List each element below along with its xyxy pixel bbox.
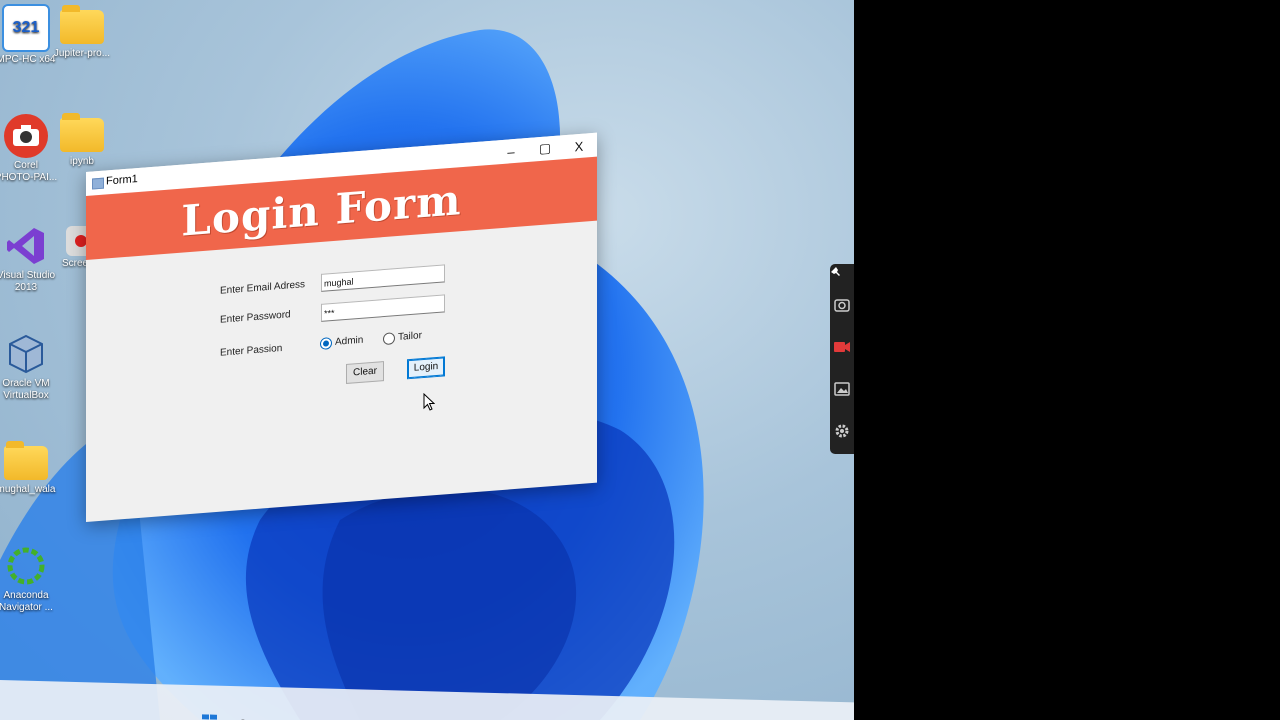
login-button[interactable]: Login [407,356,445,380]
anaconda-icon [4,544,48,588]
desktop-icon-jupiter[interactable]: Jupiter-pro... [50,4,114,60]
desktop-icon-anaconda[interactable]: Anaconda Navigator ... [0,544,58,614]
admin-radio-label[interactable]: Admin [335,335,363,348]
camera-icon[interactable] [833,296,851,314]
mouse-cursor-icon [423,393,435,411]
capture-tool-panel [830,264,854,454]
record-video-icon[interactable] [833,338,851,356]
window-title: Form1 [106,173,138,188]
admin-radio[interactable] [320,337,332,350]
desktop-icon-label: mughal_wala [0,484,56,495]
gear-icon[interactable] [833,422,851,440]
email-label: Enter Email Adress [220,279,306,297]
desktop: 321 MPC-HC x64 Jupiter-pro... Corel PHOT… [0,0,854,720]
virtualbox-icon [4,332,48,376]
pin-icon[interactable] [830,266,842,278]
desktop-icon-ipynb[interactable]: ipynb [50,112,114,168]
folder-icon [4,441,48,480]
windows-start-icon[interactable] [202,713,218,720]
maximize-button[interactable]: ▢ [530,138,560,160]
camera-icon [4,114,48,158]
desktop-icon-label: Visual Studio 2013 [0,270,56,293]
desktop-icon-label: Jupiter-pro... [53,48,111,59]
folder-icon [60,5,104,44]
email-field[interactable]: mughal [321,264,445,292]
close-button[interactable]: X [564,135,594,157]
folder-icon [60,113,104,152]
login-form-window: Form1 – ▢ X Login Form Enter Email Adres… [86,132,597,522]
visual-studio-icon [4,224,48,268]
clear-button[interactable]: Clear [346,361,384,384]
gallery-icon[interactable] [833,380,851,398]
minimize-button[interactable]: – [496,140,526,162]
desktop-icon-label: Oracle VM VirtualBox [2,378,50,401]
desktop-icon-label: ipynb [70,156,94,167]
password-field[interactable]: *** [321,294,445,322]
tailor-radio-label[interactable]: Tailor [398,330,422,343]
mpc-icon: 321 [2,4,50,52]
form-app-icon [92,177,104,190]
desktop-icon-virtualbox[interactable]: Oracle VM VirtualBox [0,332,58,402]
desktop-icon-label: Anaconda Navigator ... [0,590,53,613]
tailor-radio[interactable] [383,332,395,346]
search-icon[interactable] [238,716,250,720]
password-label: Enter Password [220,309,291,326]
passion-label: Enter Passion [220,342,283,359]
desktop-icon-mughal-wala[interactable]: mughal_wala [0,440,58,496]
